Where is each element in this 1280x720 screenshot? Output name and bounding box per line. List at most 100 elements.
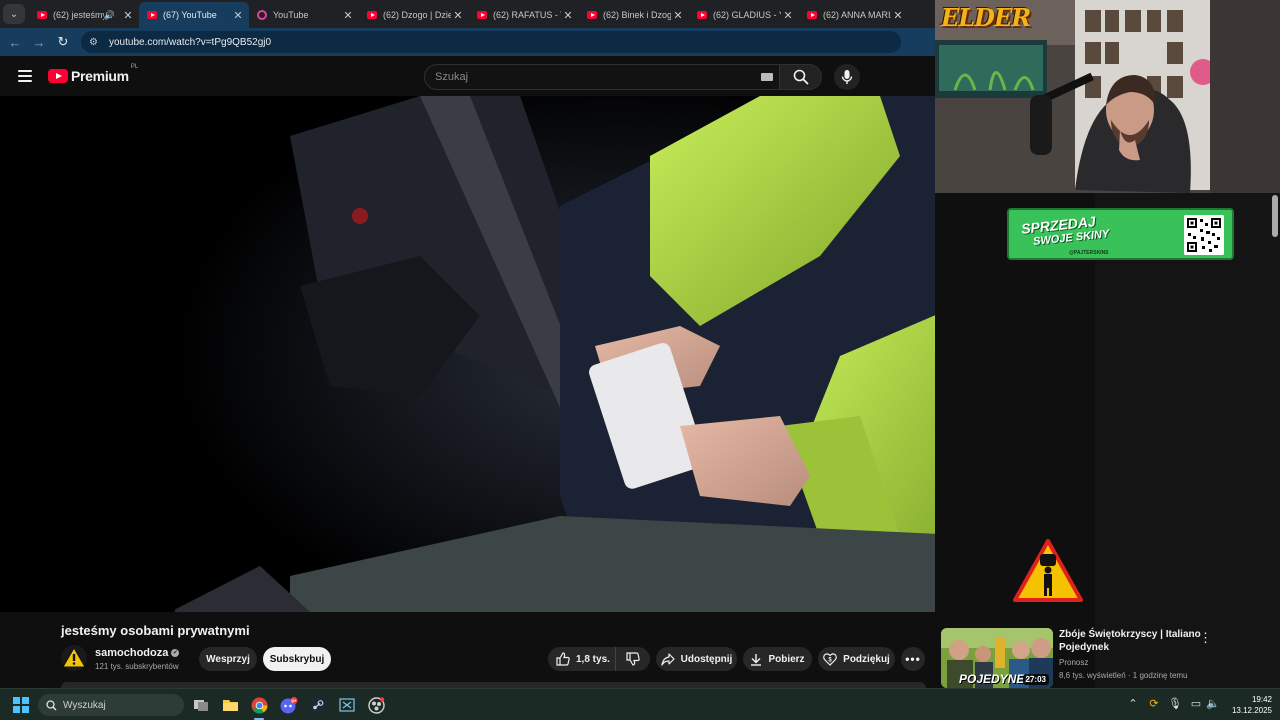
clock-time: 19:42 <box>1251 695 1272 704</box>
tab-title: (62) Dzogo | Dzie <box>383 10 451 20</box>
country-code: PL <box>130 64 139 70</box>
speaker-icon[interactable]: 🔊 <box>104 10 115 21</box>
close-tab-icon[interactable]: ✕ <box>231 9 245 22</box>
keyboard-icon[interactable] <box>761 73 773 81</box>
tab-4[interactable]: (62) Dzogo | Dzie ✕ <box>359 2 469 28</box>
voice-search-button[interactable] <box>834 64 860 90</box>
close-tab-icon[interactable]: ✕ <box>781 9 795 22</box>
dislike-button[interactable] <box>616 652 650 666</box>
tray-volume-icon[interactable]: 🔈 <box>1206 697 1220 710</box>
recommended-video[interactable]: POJEDYNEK 27:03 Zbóje Świętokrzyscy | It… <box>941 628 1271 688</box>
channel-name-text: samochodoza <box>95 647 169 659</box>
download-button[interactable]: Pobierz <box>743 647 812 671</box>
channel-name[interactable]: samochodoza ✓ <box>95 647 180 659</box>
download-icon <box>751 653 762 666</box>
tab-search-button[interactable]: ⌄ <box>3 4 25 24</box>
qr-code-icon <box>1184 215 1224 255</box>
windows-start-icon[interactable] <box>13 697 29 713</box>
search-icon <box>46 699 57 710</box>
obs-icon[interactable] <box>366 695 386 715</box>
thanks-button[interactable]: $ Podziękuj <box>818 647 895 671</box>
join-button[interactable]: Wesprzyj <box>199 647 257 671</box>
close-tab-icon[interactable]: ✕ <box>671 9 685 22</box>
thumbs-down-icon <box>626 652 640 666</box>
more-actions-button[interactable]: ••• <box>901 647 925 671</box>
super-thanks-icon: $ <box>823 653 838 666</box>
join-label: Wesprzyj <box>206 653 250 665</box>
microphone-icon <box>841 70 853 84</box>
tray-chevron-up-icon[interactable]: ⌃ <box>1126 697 1140 710</box>
youtube-premium-logo[interactable]: Premium PL <box>48 64 138 84</box>
hamburger-menu-icon[interactable] <box>18 70 32 82</box>
file-explorer-icon[interactable] <box>220 695 240 715</box>
close-tab-icon[interactable]: ✕ <box>121 9 135 22</box>
video-metadata: jesteśmy osobami prywatnymi samochodoza ✓… <box>0 612 935 688</box>
streamer-logo: ELDER <box>941 3 1031 32</box>
tray-microphone-icon[interactable]: 🎙 <box>1168 697 1182 710</box>
search-placeholder: Szukaj <box>435 71 469 83</box>
search-button[interactable] <box>780 64 822 90</box>
chrome-icon[interactable] <box>249 695 269 720</box>
tab-7[interactable]: (62) GLADIUS - Yo ✕ <box>689 2 799 28</box>
overlay-background <box>935 193 1280 688</box>
promo-banner: SPRZEDAJ SWOJE SKINY @PAJTERSKINS <box>1007 208 1234 260</box>
share-label: Udostępnij <box>680 653 733 665</box>
more-horizontal-icon: ••• <box>905 652 921 666</box>
chevron-down-icon: ⌄ <box>9 8 19 20</box>
youtube-header: Premium PL Szukaj <box>0 56 935 96</box>
like-dislike-group: 1,8 tys. <box>548 647 650 671</box>
webcam-feed: ELDER <box>935 0 1280 193</box>
discord-icon[interactable]: 9+ <box>279 695 299 715</box>
video-player[interactable] <box>0 96 980 612</box>
video-duration: 27:03 <box>1022 674 1049 685</box>
address-bar[interactable]: ⚙ youtube.com/watch?v=tPg9QB52gj0 <box>81 31 901 53</box>
subscribe-label: Subskrybuj <box>269 653 325 665</box>
tray-network-icon[interactable]: ▭ <box>1189 697 1203 710</box>
recommended-title[interactable]: Zbóje Świętokrzyscy | Italiano Pojedynek <box>1059 628 1244 654</box>
tab-3[interactable]: YouTube ✕ <box>249 2 359 28</box>
forward-arrow-icon[interactable]: → <box>27 35 51 50</box>
tab-1[interactable]: (62) jesteśmy 🔊 ✕ <box>29 2 139 28</box>
close-tab-icon[interactable]: ✕ <box>451 9 465 22</box>
close-tab-icon[interactable]: ✕ <box>891 9 905 22</box>
close-tab-icon[interactable]: ✕ <box>341 9 355 22</box>
tray-sync-icon[interactable]: ⟳ <box>1147 697 1161 710</box>
youtube-favicon-icon <box>477 11 487 19</box>
close-tab-icon[interactable]: ✕ <box>561 9 575 22</box>
xbox-app-icon[interactable] <box>337 695 357 715</box>
tab-5[interactable]: (62) RAFATUS - W ✕ <box>469 2 579 28</box>
url-text: youtube.com/watch?v=tPg9QB52gj0 <box>109 36 272 48</box>
thanks-label: Podziękuj <box>843 653 890 665</box>
share-icon <box>661 652 675 666</box>
browser-tab-strip: ⌄ (62) jesteśmy 🔊 ✕ (67) YouTube ✕ YouTu… <box>0 0 935 28</box>
promo-line-3: @PAJTERSKINS <box>1069 250 1109 256</box>
taskbar-search[interactable]: Wyszukaj <box>38 694 184 716</box>
tab-6[interactable]: (62) Binek i Dzog ✕ <box>579 2 689 28</box>
subscriber-count: 121 tys. subskrybentów <box>95 662 179 671</box>
steam-icon[interactable] <box>308 695 328 715</box>
sidebar-scrollbar[interactable] <box>1272 195 1278 237</box>
clock-date: 13.12.2025 <box>1231 706 1272 715</box>
logo-text: Premium <box>71 68 129 84</box>
download-label: Pobierz <box>768 653 805 665</box>
recommended-channel[interactable]: Pronosz <box>1059 658 1088 667</box>
task-view-icon[interactable] <box>191 695 211 715</box>
channel-avatar[interactable] <box>61 645 87 671</box>
share-button[interactable]: Udostępnij <box>656 647 737 671</box>
tab-2-active[interactable]: (67) YouTube ✕ <box>139 2 249 28</box>
search-input[interactable]: Szukaj <box>424 64 780 90</box>
taskbar-clock[interactable]: 19:42 13.12.2025 <box>1222 694 1272 716</box>
like-button[interactable]: 1,8 tys. <box>548 647 616 671</box>
youtube-favicon-icon <box>367 11 377 19</box>
more-vertical-icon[interactable]: ⋮ <box>1199 630 1212 646</box>
back-arrow-icon[interactable]: ← <box>3 35 27 50</box>
site-info-icon[interactable]: ⚙ <box>89 37 103 48</box>
youtube-favicon-icon <box>807 11 817 19</box>
recommended-thumbnail[interactable]: POJEDYNEK 27:03 <box>941 628 1053 688</box>
discord-badge: 9+ <box>291 698 297 703</box>
taskbar-search-placeholder: Wyszukaj <box>63 699 106 711</box>
subscribe-button[interactable]: Subskrybuj <box>263 647 331 671</box>
tab-8[interactable]: (62) ANNA MARIA ✕ <box>799 2 909 28</box>
tab-title: (62) RAFATUS - W <box>493 10 561 20</box>
reload-icon[interactable]: ↻ <box>51 34 75 50</box>
